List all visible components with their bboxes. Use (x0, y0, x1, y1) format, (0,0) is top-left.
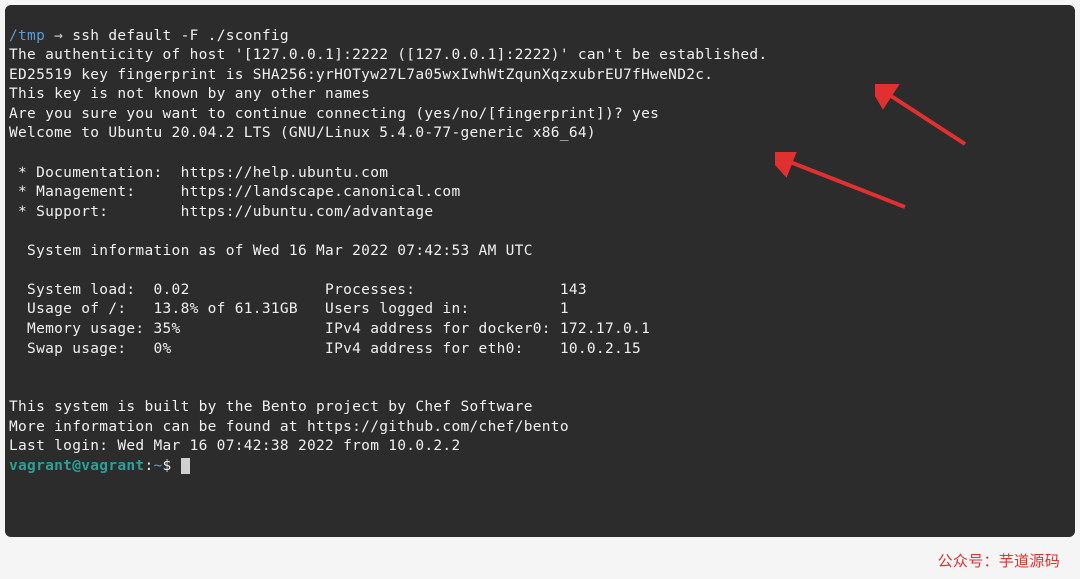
output-line: This key is not known by any other names (9, 86, 370, 102)
annotation-arrow-icon (775, 113, 915, 261)
output-line: * Support: https://ubuntu.com/advantage (9, 204, 433, 220)
output-line: Usage of /: 13.8% of 61.31GB Users logge… (9, 301, 569, 317)
output-line: Memory usage: 35% IPv4 address for docke… (9, 321, 650, 337)
output-line: ED25519 key fingerprint is SHA256:yrHOTy… (9, 67, 713, 83)
watermark-text: 公众号：芋道源码 (938, 550, 1060, 571)
output-line: System information as of Wed 16 Mar 2022… (9, 243, 533, 259)
output-line: Last login: Wed Mar 16 07:42:38 2022 fro… (9, 438, 461, 454)
output-line: Swap usage: 0% IPv4 address for eth0: 10… (9, 341, 641, 357)
output-line: System load: 0.02 Processes: 143 (9, 282, 587, 298)
terminal-window[interactable]: /tmp → ssh default -F ./sconfig The auth… (5, 5, 1075, 537)
output-line: More information can be found at https:/… (9, 419, 569, 435)
output-line: The authenticity of host '[127.0.0.1]:22… (9, 47, 768, 63)
prompt-path: /tmp (9, 28, 45, 44)
output-line: * Management: https://landscape.canonica… (9, 184, 461, 200)
shell-userhost: vagrant@vagrant (9, 458, 144, 474)
annotation-arrow-icon (875, 45, 975, 203)
output-line: * Documentation: https://help.ubuntu.com (9, 165, 388, 181)
output-line: This system is built by the Bento projec… (9, 399, 533, 415)
output-line: Are you sure you want to continue connec… (9, 106, 659, 122)
shell-cwd: ~ (153, 458, 162, 474)
cursor-block (181, 458, 190, 474)
shell-dollar: $ (163, 458, 181, 474)
output-line: Welcome to Ubuntu 20.04.2 LTS (GNU/Linux… (9, 125, 596, 141)
command-text: ssh default -F ./sconfig (72, 28, 289, 44)
prompt-separator: → (45, 28, 72, 44)
